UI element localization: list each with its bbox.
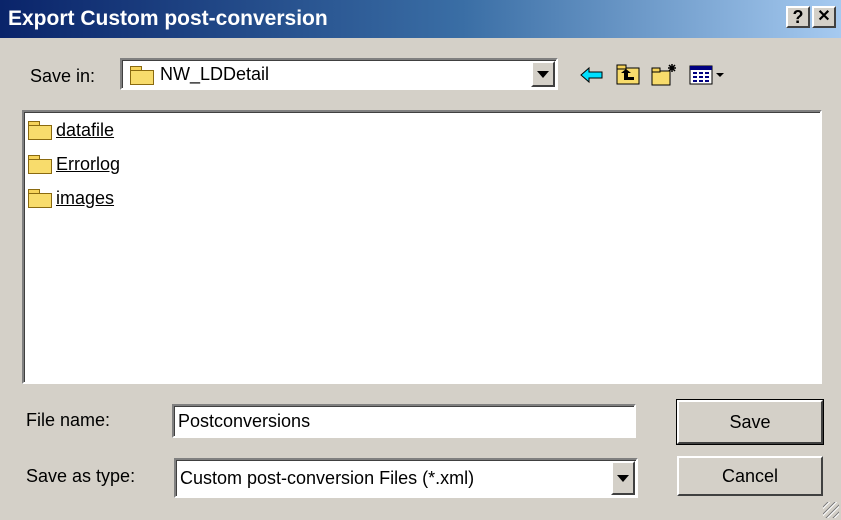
file-name: datafile <box>56 119 115 140</box>
help-icon: ? <box>792 7 804 27</box>
window-title: Export Custom post-conversion <box>8 7 328 30</box>
close-button[interactable]: ✕ <box>812 6 836 28</box>
help-button[interactable]: ? <box>786 6 810 28</box>
list-item[interactable]: Errorlog <box>28 152 120 176</box>
list-item[interactable]: images <box>28 186 114 210</box>
cancel-button[interactable]: Cancel <box>677 456 823 496</box>
close-icon: ✕ <box>817 8 831 25</box>
cancel-button-label: Cancel <box>721 466 779 486</box>
up-folder-icon[interactable] <box>614 62 642 88</box>
view-menu-icon[interactable] <box>688 62 728 88</box>
file-name-value: Postconversions <box>178 411 311 431</box>
save-in-dropdown[interactable]: NW_LDDetail <box>120 58 558 90</box>
resize-grip[interactable] <box>823 502 839 518</box>
save-as-type-label: Save as type: <box>26 466 136 486</box>
title-bar[interactable]: Export Custom post-conversion ? ✕ <box>0 0 841 38</box>
file-name: images <box>56 187 115 208</box>
file-name-field[interactable]: Postconversions <box>172 404 636 438</box>
folder-icon <box>28 121 52 140</box>
save-as-type-dropdown[interactable]: Custom post-conversion Files (*.xml) <box>174 458 638 498</box>
save-in-value: NW_LDDetail <box>160 64 270 84</box>
open-folder-icon <box>130 66 154 85</box>
save-in-label: Save in: <box>30 66 96 86</box>
save-button[interactable]: Save <box>676 399 824 445</box>
folder-icon <box>28 189 52 208</box>
save-as-type-value: Custom post-conversion Files (*.xml) <box>180 468 475 488</box>
file-list[interactable]: datafile Errorlog images <box>22 110 822 384</box>
file-name-label: File name: <box>26 410 111 430</box>
list-item[interactable]: datafile <box>28 118 114 142</box>
folder-icon <box>28 155 52 174</box>
chevron-down-icon[interactable] <box>531 61 555 87</box>
new-folder-icon[interactable] <box>650 62 678 88</box>
chevron-down-icon[interactable] <box>611 461 635 495</box>
file-name: Errorlog <box>56 153 121 174</box>
save-button-label: Save <box>729 412 771 432</box>
back-arrow-icon[interactable] <box>578 62 606 88</box>
